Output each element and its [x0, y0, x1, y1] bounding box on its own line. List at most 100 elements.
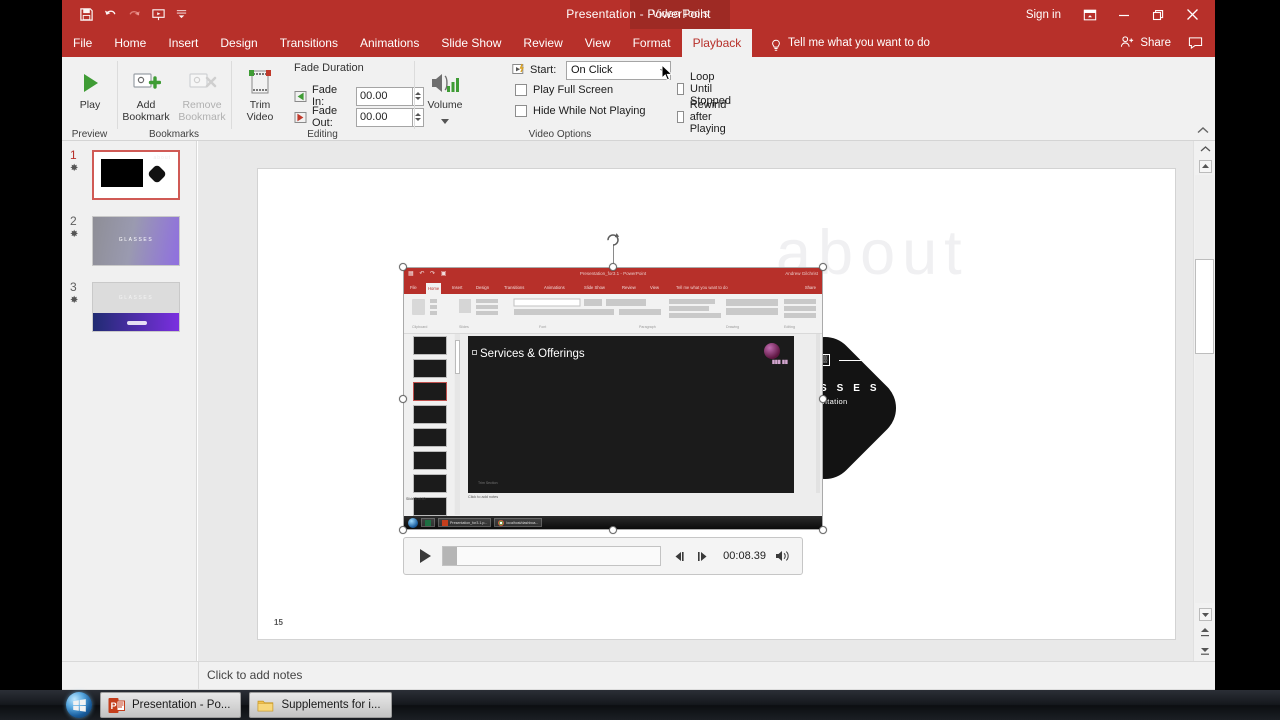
minimize-icon[interactable] [1107, 0, 1141, 29]
svg-text:Clipboard: Clipboard [412, 325, 427, 329]
fade-in-value[interactable]: 00.00 [356, 86, 413, 106]
tab-review[interactable]: Review [512, 29, 573, 57]
checkbox-box [677, 111, 684, 123]
tab-format[interactable]: Format [622, 29, 682, 57]
inner-document-title: Presentation_for3.1 - PowerPoint [579, 271, 647, 276]
video-playback-bar[interactable]: 00:08.39 [403, 537, 803, 575]
tab-insert[interactable]: Insert [157, 29, 209, 57]
video-step-back-button[interactable] [669, 550, 691, 563]
ribbon-display-options-icon[interactable] [1073, 0, 1107, 29]
video-play-button[interactable] [412, 548, 438, 564]
tab-transitions[interactable]: Transitions [269, 29, 349, 57]
slide-thumbnail-2[interactable]: 2 ✸ GLASSES [70, 214, 180, 266]
video-step-forward-button[interactable] [691, 550, 713, 563]
slide-canvas[interactable]: about 15 ▒ G L A S S E S presentation [258, 169, 1175, 639]
video-progress-fill [443, 547, 457, 565]
group-label-preview: Preview [71, 129, 108, 140]
add-bookmark-button[interactable]: Add Bookmark [118, 63, 174, 123]
play-button[interactable]: Play [62, 63, 118, 112]
scrollbar-track[interactable] [1195, 175, 1214, 603]
resize-handle-nw[interactable] [399, 263, 407, 271]
chevron-down-icon [660, 69, 666, 73]
checkbox-box [515, 84, 527, 96]
tab-view[interactable]: View [574, 29, 622, 57]
video-placeholder[interactable]: ▦ ↶ ↷ ▣ Presentation_for3.1 - PowerPoint… [399, 233, 827, 534]
collapse-ribbon-icon[interactable] [1196, 124, 1210, 138]
resize-handle-e[interactable] [819, 394, 827, 403]
add-bookmark-icon [118, 63, 174, 97]
notes-placeholder[interactable]: Click to add notes [207, 668, 302, 682]
animation-star-icon: ✸ [70, 295, 79, 306]
thumb-frame: about [92, 150, 180, 200]
inner-ribbon: Clipboard Slides Font Paragraph Drawing Edit… [404, 294, 822, 334]
slide-page-number: 15 [274, 618, 283, 627]
slide-thumbnail-3[interactable]: 3 ✸ GLASSES [70, 280, 180, 332]
start-dropdown[interactable]: On Click [566, 61, 671, 80]
scrollbar-chevron-up-icon[interactable] [1194, 141, 1215, 157]
resize-handle-se[interactable] [819, 526, 827, 534]
start-button[interactable] [66, 692, 92, 718]
volume-dropdown-arrow[interactable] [419, 111, 471, 129]
hide-while-not-playing-checkbox[interactable]: Hide While Not Playing [515, 105, 646, 117]
slide-vertical-scrollbar[interactable] [1193, 141, 1215, 661]
share-button[interactable]: Share [1112, 35, 1179, 52]
scroll-down-button[interactable] [1194, 605, 1215, 623]
notes-pane[interactable]: Click to add notes [62, 661, 1215, 689]
main-area: 1 ✸ about 2 ✸ GLASSES 3 ✸ GLASSES about … [62, 141, 1215, 661]
tab-home[interactable]: Home [103, 29, 157, 57]
scroll-up-button[interactable] [1194, 157, 1215, 175]
tab-design[interactable]: Design [209, 29, 268, 57]
animation-star-icon: ✸ [70, 163, 79, 174]
video-progress-track[interactable] [442, 546, 662, 566]
video-mute-button[interactable] [772, 549, 794, 563]
start-from-beginning-icon[interactable] [151, 7, 166, 22]
tab-file[interactable]: File [62, 29, 103, 57]
remove-bookmark-button[interactable]: Remove Bookmark [173, 63, 231, 123]
hide-while-not-playing-label: Hide While Not Playing [533, 105, 646, 117]
tell-me-box[interactable]: Tell me what you want to do [770, 29, 930, 57]
inner-taskbar-label-1: Presentation_for3.1.p... [450, 520, 488, 525]
inner-account-name: Andrew Gilchrist [785, 271, 818, 276]
slide-thumbnail-pane[interactable]: 1 ✸ about 2 ✸ GLASSES 3 ✸ GLASSES [62, 141, 197, 661]
trim-video-button[interactable]: Trim Video [236, 63, 284, 123]
taskbar-item-powerpoint[interactable]: P Presentation - Po... [100, 692, 242, 718]
video-time-display: 00:08.39 [723, 550, 766, 562]
fade-out-spinner[interactable]: 00.00 [356, 107, 424, 127]
resize-handle-s[interactable] [609, 526, 617, 534]
fade-out-value[interactable]: 00.00 [356, 107, 413, 127]
slide-stage: about 15 ▒ G L A S S E S presentation [198, 141, 1193, 661]
next-slide-button[interactable] [1194, 641, 1215, 659]
resize-handle-w[interactable] [399, 394, 407, 403]
taskbar-item-folder[interactable]: Supplements for i... [249, 692, 392, 718]
rotate-handle[interactable] [605, 231, 621, 247]
undo-icon[interactable] [103, 7, 118, 22]
taskbar-item-label: Presentation - Po... [132, 699, 231, 711]
slide-thumbnail-1[interactable]: 1 ✸ about [70, 148, 180, 200]
customize-qat-icon[interactable] [175, 7, 190, 22]
restore-icon[interactable] [1141, 0, 1175, 29]
resize-handle-ne[interactable] [819, 263, 827, 271]
trim-video-icon [236, 63, 284, 97]
play-full-screen-checkbox[interactable]: Play Full Screen [515, 84, 613, 96]
thumb-video-rect [101, 159, 143, 187]
resize-handle-n[interactable] [609, 263, 617, 271]
tab-playback[interactable]: Playback [681, 29, 753, 57]
inner-thumb [413, 451, 447, 470]
save-icon[interactable] [79, 7, 94, 22]
scrollbar-thumb[interactable] [1195, 259, 1214, 354]
redo-icon[interactable] [127, 7, 142, 22]
volume-icon [419, 63, 471, 97]
chrome-icon [498, 519, 505, 526]
previous-slide-button[interactable] [1194, 623, 1215, 641]
tab-slide-show[interactable]: Slide Show [430, 29, 512, 57]
lightbulb-icon [770, 36, 782, 51]
resize-handle-sw[interactable] [399, 526, 407, 534]
tab-animations[interactable]: Animations [349, 29, 430, 57]
volume-button[interactable]: Volume [419, 63, 471, 129]
inner-thumb-scrollbar [455, 334, 460, 515]
comments-icon[interactable] [1181, 29, 1209, 57]
fade-in-spinner[interactable]: 00.00 [356, 86, 424, 106]
sign-in-button[interactable]: Sign in [1014, 9, 1073, 21]
video-frame[interactable]: ▦ ↶ ↷ ▣ Presentation_for3.1 - PowerPoint… [403, 267, 823, 530]
close-icon[interactable] [1175, 0, 1209, 29]
